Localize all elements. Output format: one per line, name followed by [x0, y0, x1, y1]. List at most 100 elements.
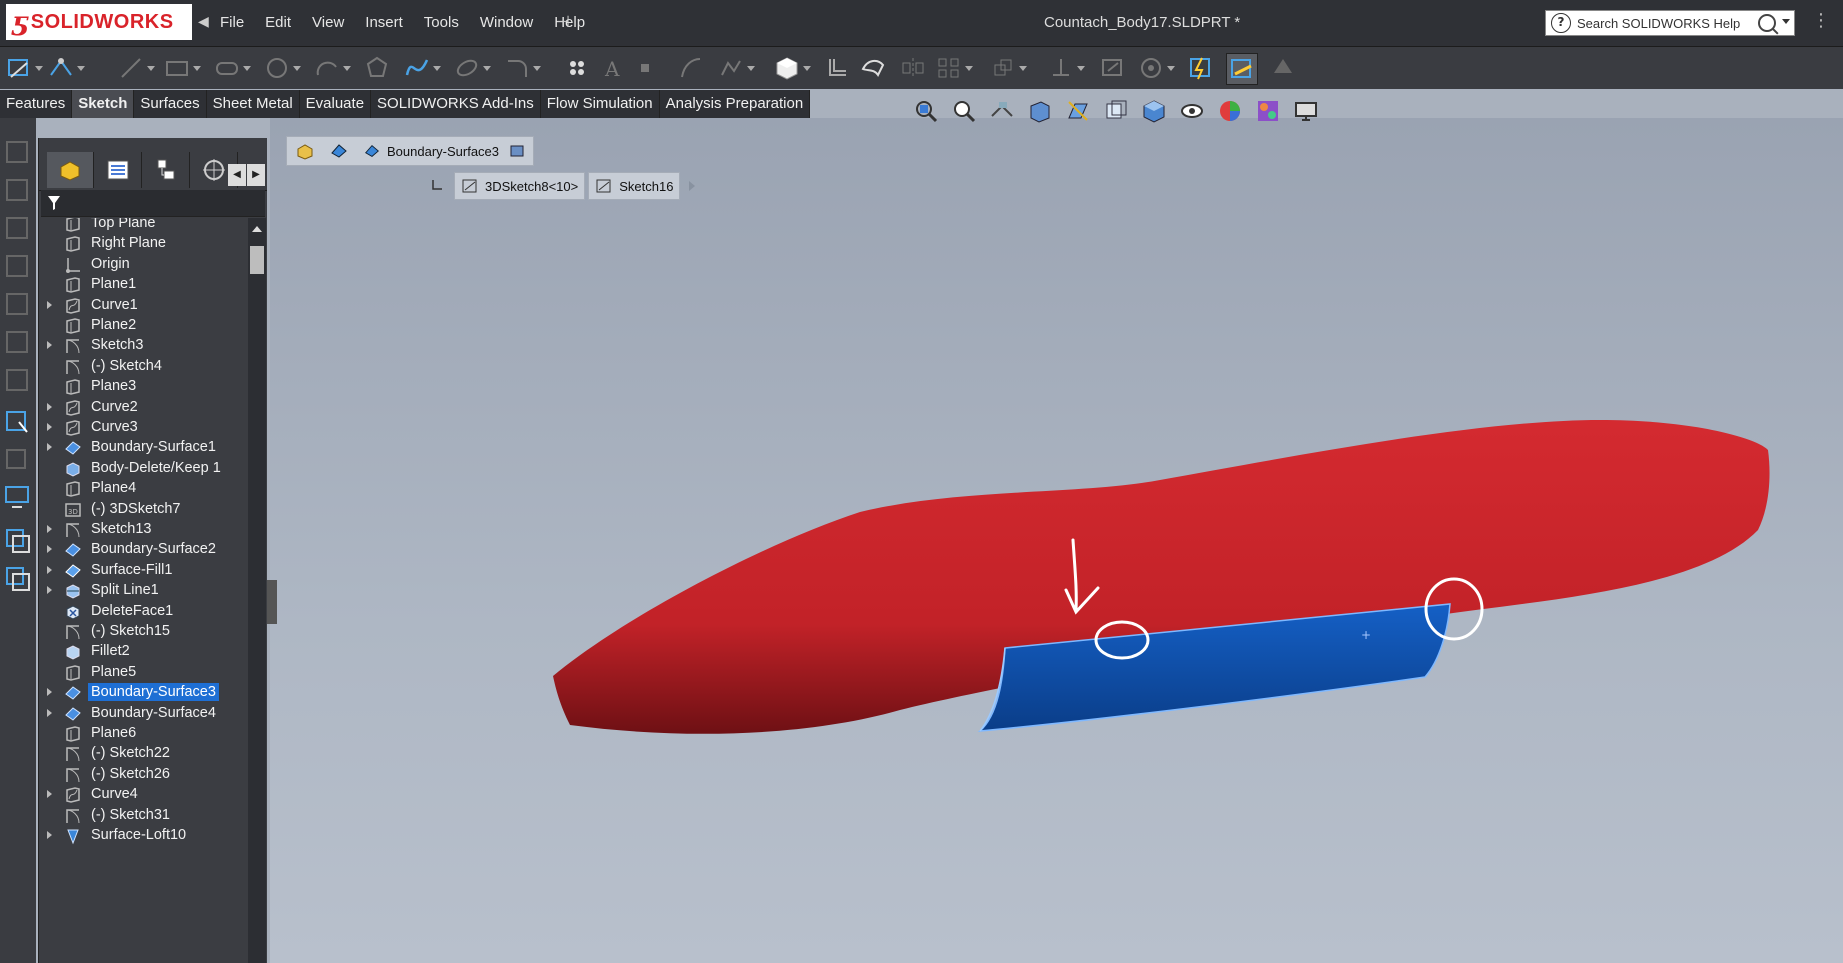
arc-button[interactable] [312, 53, 351, 83]
edit-appearance-button[interactable] [1214, 96, 1246, 126]
expand-arrow-icon[interactable] [47, 565, 52, 574]
menu-insert[interactable]: Insert [365, 14, 414, 31]
surface-tool-button[interactable] [858, 53, 888, 83]
section-view-button[interactable] [1024, 96, 1056, 126]
view-cube-icon[interactable] [3, 326, 33, 356]
expand-arrow-icon[interactable] [47, 545, 52, 554]
zoom-to-fit-button[interactable] [910, 96, 942, 126]
expand-arrow-icon[interactable] [47, 790, 52, 799]
apply-scene-button[interactable] [1252, 96, 1284, 126]
dynamic-annotation-button[interactable] [1062, 96, 1094, 126]
help-search-box[interactable]: ? Search SOLIDWORKS Help [1545, 10, 1795, 36]
search-input[interactable]: Search SOLIDWORKS Help [1577, 16, 1758, 31]
sketch-tool-button[interactable] [4, 53, 43, 83]
copy-icon[interactable] [3, 526, 33, 556]
offset-entities-button[interactable] [822, 53, 852, 83]
view-cube-icon[interactable] [3, 288, 33, 318]
expand-arrow-icon[interactable] [47, 423, 52, 431]
view-cube-icon[interactable] [3, 364, 33, 394]
expand-arrow-icon[interactable] [47, 341, 52, 350]
mirror-button[interactable] [898, 53, 928, 83]
pin-menu-icon[interactable]: ⊣ [556, 12, 570, 31]
quick-snaps-button[interactable] [1136, 53, 1175, 83]
fillet-sketch-button[interactable] [502, 53, 541, 83]
menu-window[interactable]: Window [480, 14, 544, 31]
menu-tools[interactable]: Tools [424, 14, 470, 31]
menu-file[interactable]: File [220, 14, 255, 31]
rectangle-button[interactable] [162, 53, 201, 83]
tab-scroll-right-icon[interactable]: ▶ [247, 164, 265, 186]
search-icon[interactable] [1758, 14, 1776, 32]
display-relations-button[interactable] [1046, 53, 1085, 83]
spline-button[interactable] [402, 53, 441, 83]
point-button[interactable] [630, 53, 660, 83]
menu-edit[interactable]: Edit [265, 14, 302, 31]
panel-collapse-handle[interactable] [267, 580, 277, 624]
chevron-right-icon[interactable] [687, 179, 697, 193]
tree-filter[interactable] [41, 190, 265, 217]
menu-view[interactable]: View [312, 14, 355, 31]
graphics-viewport[interactable] [270, 118, 1843, 963]
tab-property-manager[interactable] [95, 152, 142, 188]
tab-feature-tree[interactable] [47, 152, 94, 188]
tab-analysis-preparation[interactable]: Analysis Preparation [659, 90, 811, 118]
expand-arrow-icon[interactable] [47, 688, 52, 697]
hide-show-items-button[interactable] [1176, 96, 1208, 126]
copy-icon[interactable] [3, 564, 33, 594]
feature-tree-scrollbar[interactable] [248, 218, 266, 963]
tab-solidworks-add-ins[interactable]: SOLIDWORKS Add-Ins [371, 90, 541, 118]
move-entities-button[interactable] [988, 53, 1027, 83]
convert-entities-button[interactable] [716, 53, 755, 83]
display-style-button[interactable] [1138, 96, 1170, 126]
tab-evaluate[interactable]: Evaluate [299, 90, 372, 118]
body-icon[interactable] [509, 143, 525, 159]
tab-configuration-manager[interactable] [143, 152, 190, 188]
view-cube-icon[interactable] [3, 212, 33, 242]
view-cube-icon[interactable] [3, 250, 33, 280]
previous-view-button[interactable] [986, 96, 1018, 126]
menu-expand-icon[interactable]: ◀ [198, 14, 209, 30]
part-icon[interactable] [295, 141, 315, 161]
tab-surfaces[interactable]: Surfaces [134, 90, 207, 118]
text-button[interactable]: A [598, 53, 628, 83]
trim-button[interactable] [676, 53, 706, 83]
tree-item[interactable]: Surface-Loft10 [39, 824, 247, 848]
circle-button[interactable] [262, 53, 301, 83]
expand-arrow-icon[interactable] [47, 586, 52, 595]
3d-sketch-button[interactable] [772, 53, 811, 83]
solidworks-logo[interactable]: ƽ SOLIDWORKS [6, 4, 192, 40]
tab-flow-simulation[interactable]: Flow Simulation [540, 90, 660, 118]
search-dropdown-icon[interactable] [1782, 19, 1790, 24]
shaded-sketch-contours-button[interactable] [1268, 53, 1298, 83]
line-button[interactable] [116, 53, 155, 83]
linear-pattern-button[interactable] [934, 53, 973, 83]
zoom-to-area-button[interactable] [948, 96, 980, 126]
view-cube-icon[interactable] [3, 174, 33, 204]
breadcrumb-child-sketch[interactable]: Sketch16 [588, 172, 681, 200]
expand-arrow-icon[interactable] [47, 831, 52, 839]
expand-arrow-icon[interactable] [47, 708, 52, 717]
smart-dimension-button[interactable] [46, 53, 85, 83]
breadcrumb-feature[interactable]: Boundary-Surface3 [387, 144, 499, 159]
repair-sketch-button[interactable] [1098, 53, 1128, 83]
plane-sketch-button[interactable] [562, 53, 592, 83]
view-settings-button[interactable] [1290, 96, 1322, 126]
boundary-surface-icon[interactable] [329, 141, 349, 161]
expand-arrow-icon[interactable] [47, 402, 52, 411]
monitor-icon[interactable] [3, 482, 33, 512]
tab-scroll-left-icon[interactable]: ◀ [228, 164, 246, 186]
tab-sheet-metal[interactable]: Sheet Metal [206, 90, 300, 118]
rapid-sketch-button[interactable] [1186, 53, 1216, 83]
window-controls-icon[interactable]: ⋮ [1812, 10, 1832, 36]
tab-features[interactable]: Features [0, 90, 73, 118]
breadcrumb-child-3dsketch[interactable]: 3DSketch8<10> [454, 172, 586, 200]
expand-arrow-icon[interactable] [47, 443, 52, 452]
view-orientation-button[interactable] [1100, 96, 1132, 126]
view-cube-icon[interactable] [3, 136, 33, 166]
instant-2d-button[interactable] [1226, 53, 1258, 85]
sketch-tool-icon[interactable] [3, 406, 33, 436]
edit-sketch-icon[interactable] [3, 444, 33, 474]
ellipse-button[interactable] [452, 53, 491, 83]
tab-sketch[interactable]: Sketch [72, 90, 135, 118]
polygon-button[interactable] [362, 53, 392, 83]
